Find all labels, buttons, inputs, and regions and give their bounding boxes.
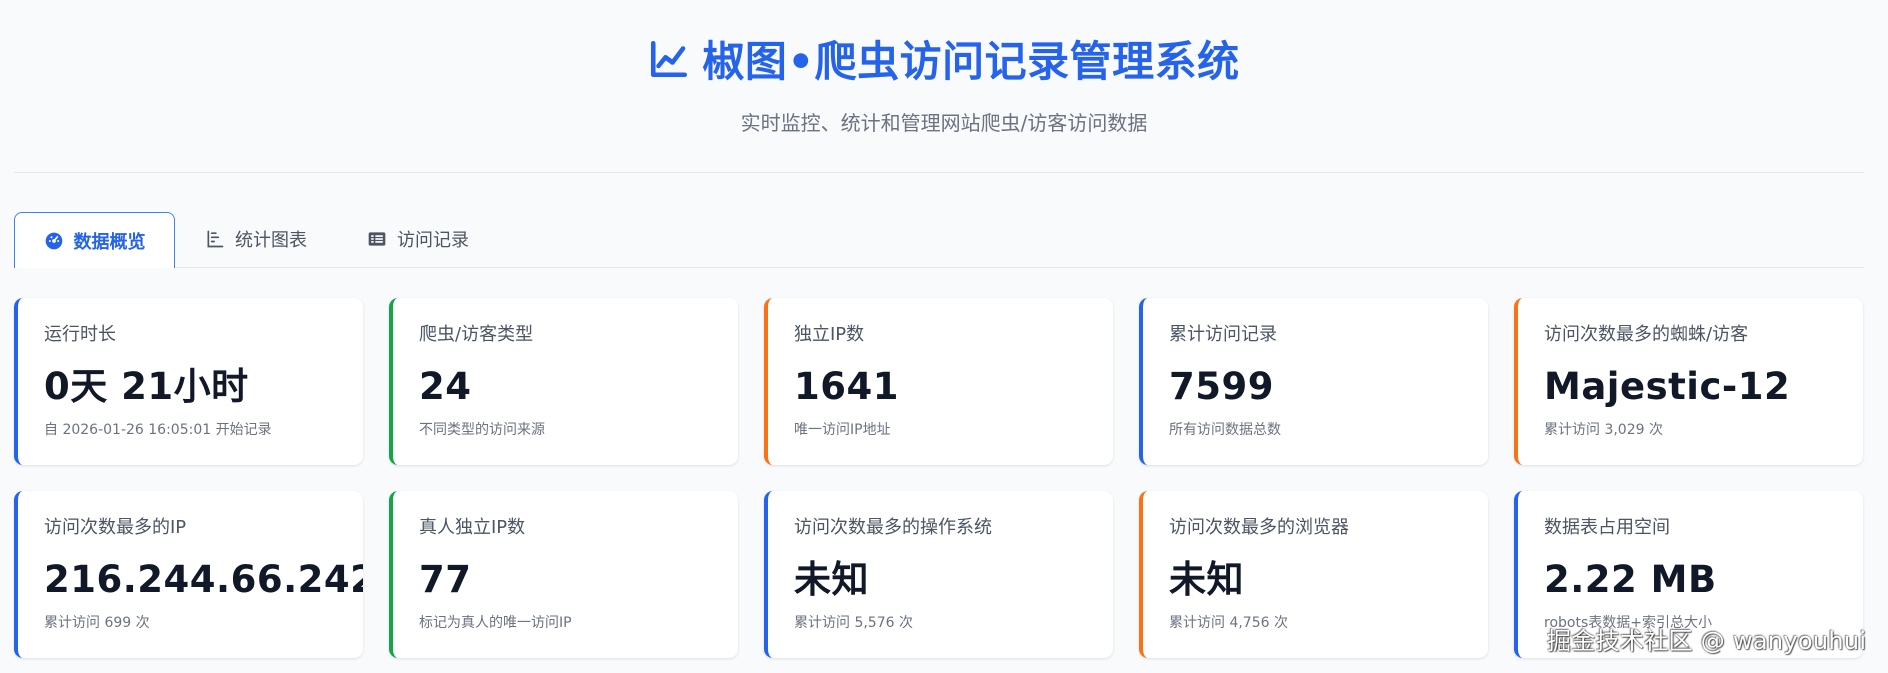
stat-card-visitor-types: 爬虫/访客类型 24 不同类型的访问来源 — [389, 298, 738, 465]
bar-chart-icon — [205, 229, 225, 249]
stat-label: 真人独立IP数 — [419, 517, 526, 538]
stat-value: 216.244.66.242 — [44, 558, 363, 601]
stat-note: robots表数据+索引总大小 — [1544, 615, 1712, 631]
stat-value: Majestic-12 — [1544, 365, 1791, 408]
stat-label: 累计访问记录 — [1169, 324, 1277, 345]
stat-note: 自 2026-01-26 16:05:01 开始记录 — [44, 422, 272, 438]
stat-value: 77 — [419, 558, 472, 601]
stat-card-unique-ips: 独立IP数 1641 唯一访问IP地址 — [764, 298, 1113, 465]
stat-value: 未知 — [794, 558, 869, 601]
stat-card-human-ips: 真人独立IP数 77 标记为真人的唯一访问IP — [389, 491, 738, 658]
stat-label: 数据表占用空间 — [1544, 517, 1670, 538]
stat-card-table-size: 数据表占用空间 2.22 MB robots表数据+索引总大小 — [1514, 491, 1863, 658]
stat-card-top-browser: 访问次数最多的浏览器 未知 累计访问 4,756 次 — [1139, 491, 1488, 658]
stat-note: 累计访问 699 次 — [44, 615, 150, 631]
tab-charts-label: 统计图表 — [235, 230, 307, 251]
stat-note: 唯一访问IP地址 — [794, 422, 891, 438]
tab-records[interactable]: 访问记录 — [337, 211, 499, 267]
stat-label: 爬虫/访客类型 — [419, 324, 534, 345]
line-chart-icon — [648, 38, 690, 80]
stat-note: 所有访问数据总数 — [1169, 422, 1281, 438]
tab-charts[interactable]: 统计图表 — [175, 211, 337, 267]
page-header: 椒图•爬虫访问记录管理系统 实时监控、统计和管理网站爬虫/访客访问数据 — [0, 28, 1888, 136]
stat-note: 标记为真人的唯一访问IP — [419, 615, 572, 631]
table-list-icon — [367, 229, 387, 249]
stat-card-uptime: 运行时长 0天 21小时 自 2026-01-26 16:05:01 开始记录 — [14, 298, 363, 465]
stat-card-total-records: 累计访问记录 7599 所有访问数据总数 — [1139, 298, 1488, 465]
stat-value: 24 — [419, 365, 472, 408]
stat-value: 7599 — [1169, 365, 1274, 408]
stat-label: 访问次数最多的蜘蛛/访客 — [1544, 324, 1749, 345]
tab-records-label: 访问记录 — [397, 230, 469, 251]
dashboard-icon — [44, 231, 64, 251]
header-divider — [14, 172, 1864, 173]
stat-card-top-os: 访问次数最多的操作系统 未知 累计访问 5,576 次 — [764, 491, 1113, 658]
tab-overview-label: 数据概览 — [73, 231, 146, 253]
stat-note: 累计访问 3,029 次 — [1544, 422, 1663, 438]
stats-grid: 运行时长 0天 21小时 自 2026-01-26 16:05:01 开始记录 … — [14, 298, 1863, 658]
stat-label: 访问次数最多的IP — [44, 517, 187, 538]
page-subtitle: 实时监控、统计和管理网站爬虫/访客访问数据 — [740, 111, 1148, 135]
stat-label: 运行时长 — [44, 324, 116, 345]
stat-value: 1641 — [794, 365, 899, 408]
stat-value: 0天 21小时 — [44, 365, 249, 408]
stat-value: 未知 — [1169, 558, 1244, 601]
stat-value: 2.22 MB — [1544, 558, 1717, 601]
stat-label: 独立IP数 — [794, 324, 865, 345]
stat-card-top-spider: 访问次数最多的蜘蛛/访客 Majestic-12 累计访问 3,029 次 — [1514, 298, 1863, 465]
stat-note: 累计访问 5,576 次 — [794, 615, 913, 631]
tab-bar: 数据概览 统计图表 访问记录 — [14, 210, 1864, 268]
stat-note: 累计访问 4,756 次 — [1169, 615, 1288, 631]
stat-card-top-ip: 访问次数最多的IP 216.244.66.242 累计访问 699 次 — [14, 491, 363, 658]
stat-label: 访问次数最多的浏览器 — [1169, 517, 1349, 538]
page-title-row: 椒图•爬虫访问记录管理系统 — [0, 28, 1888, 89]
tab-overview[interactable]: 数据概览 — [14, 212, 175, 268]
stat-label: 访问次数最多的操作系统 — [794, 517, 992, 538]
stat-note: 不同类型的访问来源 — [419, 422, 545, 438]
page-title: 椒图•爬虫访问记录管理系统 — [702, 37, 1240, 86]
